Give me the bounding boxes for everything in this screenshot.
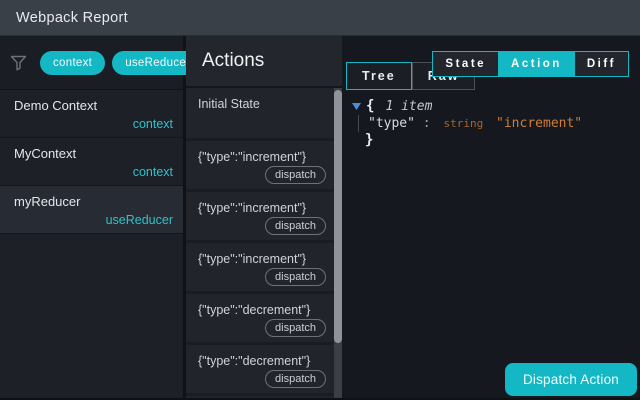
actions-header: Actions bbox=[186, 36, 342, 88]
filter-icon bbox=[10, 55, 27, 71]
actions-scrollbar-track[interactable] bbox=[334, 88, 342, 398]
json-tree-view: { 1 item "type" : string "increment" } bbox=[352, 98, 582, 149]
mode-state[interactable]: State bbox=[433, 52, 498, 76]
json-colon: : bbox=[423, 116, 431, 131]
json-close-line: } bbox=[365, 132, 582, 149]
app-header: Webpack Report bbox=[0, 0, 640, 36]
action-item[interactable]: {"type":"increment"} dispatch bbox=[186, 192, 342, 240]
close-brace: } bbox=[365, 132, 373, 148]
mode-diff[interactable]: Diff bbox=[574, 52, 628, 76]
action-item-initial-state[interactable]: Initial State bbox=[186, 88, 342, 138]
dispatch-button[interactable]: dispatch bbox=[265, 370, 326, 388]
tab-tree[interactable]: Tree bbox=[346, 62, 412, 90]
context-sidebar: context useReducer Demo Context context … bbox=[0, 36, 186, 398]
main-content: context useReducer Demo Context context … bbox=[0, 36, 640, 398]
dispatch-button[interactable]: dispatch bbox=[265, 268, 326, 286]
sidebar-item-demo-context[interactable]: Demo Context context bbox=[0, 90, 183, 138]
detail-panel: Tree Raw State Action Diff { 1 item "typ… bbox=[342, 36, 640, 398]
filter-pill-context[interactable]: context bbox=[40, 51, 105, 75]
actions-title: Actions bbox=[202, 50, 264, 72]
actions-column: Actions Initial State {"type":"increment… bbox=[186, 36, 342, 398]
action-label: {"type":"increment"} bbox=[198, 150, 306, 164]
actions-list: Initial State {"type":"increment"} dispa… bbox=[186, 88, 342, 398]
json-key: "type" bbox=[368, 116, 415, 131]
mode-action[interactable]: Action bbox=[498, 52, 574, 76]
action-label: {"type":"decrement"} bbox=[198, 354, 310, 368]
action-label: {"type":"decrement"} bbox=[198, 303, 310, 317]
dispatch-action-button[interactable]: Dispatch Action bbox=[505, 363, 637, 396]
context-name: Demo Context bbox=[14, 98, 97, 113]
action-label: Initial State bbox=[198, 97, 260, 111]
actions-scrollbar-thumb[interactable] bbox=[334, 90, 342, 343]
action-label: {"type":"increment"} bbox=[198, 201, 306, 215]
json-property-line: "type" : string "increment" bbox=[358, 115, 582, 132]
action-item[interactable]: {"type":"increment"} dispatch bbox=[186, 243, 342, 291]
action-label: {"type":"increment"} bbox=[198, 252, 306, 266]
action-item[interactable]: {"type":"decrement"} dispatch bbox=[186, 294, 342, 342]
mode-switcher: State Action Diff bbox=[432, 51, 629, 77]
sidebar-item-myreducer[interactable]: myReducer useReducer bbox=[0, 186, 183, 234]
app-window: Webpack Report context useReducer Demo C… bbox=[0, 0, 640, 400]
action-item[interactable]: {"type":"increment"} dispatch bbox=[186, 141, 342, 189]
action-item[interactable]: {"type":"decrement"} dispatch bbox=[186, 345, 342, 393]
context-tag: context bbox=[133, 165, 173, 179]
filter-bar: context useReducer bbox=[0, 36, 183, 90]
context-tag: context bbox=[133, 117, 173, 131]
item-count: 1 item bbox=[385, 98, 432, 115]
context-name: MyContext bbox=[14, 146, 76, 161]
triangle-down-icon[interactable] bbox=[352, 103, 366, 110]
dispatch-button[interactable]: dispatch bbox=[265, 319, 326, 337]
context-tag: useReducer bbox=[106, 213, 173, 227]
json-value: "increment" bbox=[496, 116, 582, 131]
open-brace: { bbox=[366, 98, 374, 115]
json-root-line: { 1 item bbox=[352, 98, 582, 115]
dispatch-button[interactable]: dispatch bbox=[265, 166, 326, 184]
dispatch-button[interactable]: dispatch bbox=[265, 217, 326, 235]
sidebar-item-mycontext[interactable]: MyContext context bbox=[0, 138, 183, 186]
page-title: Webpack Report bbox=[16, 10, 128, 26]
json-value-type: string bbox=[443, 117, 483, 130]
context-name: myReducer bbox=[14, 194, 80, 209]
